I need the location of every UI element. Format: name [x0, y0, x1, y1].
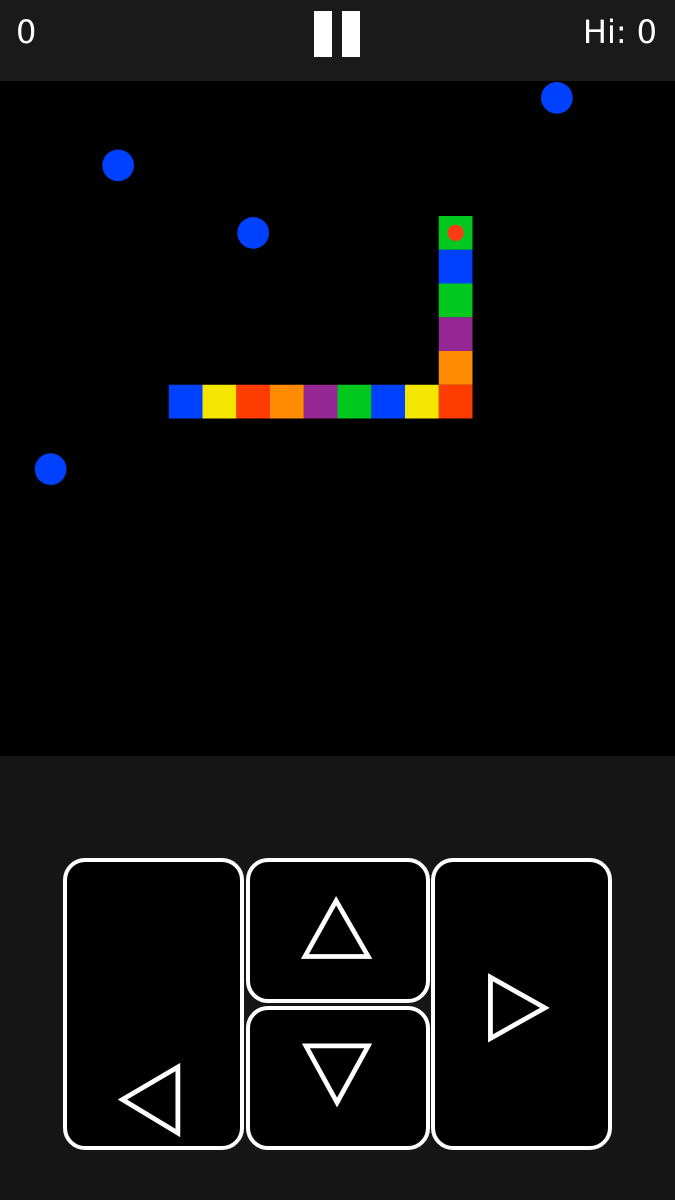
- food-dot: [102, 149, 134, 182]
- snake-segment: [270, 384, 304, 419]
- snake-head-marker: [447, 224, 464, 241]
- down-button[interactable]: [246, 1006, 430, 1150]
- high-score-value: 0: [636, 13, 657, 51]
- snake-segment: [438, 351, 473, 385]
- food-dot: [237, 217, 269, 249]
- snake-segment: [438, 384, 473, 419]
- direction-controls: [0, 756, 675, 1200]
- snake-segment: [438, 283, 473, 318]
- game-screen: 0 Hi: 0: [0, 0, 675, 1200]
- snake-segment: [236, 384, 270, 419]
- pause-icon-bar-right: [342, 11, 360, 57]
- food-dot: [34, 453, 67, 485]
- snake: [168, 216, 473, 419]
- high-score-label: Hi:: [582, 13, 627, 51]
- top-bar: 0 Hi: 0: [0, 0, 675, 81]
- pause-button[interactable]: [311, 8, 365, 60]
- board-canvas: [34, 82, 573, 485]
- triangle-left-icon: [117, 1062, 181, 1138]
- snake-segment: [303, 384, 338, 419]
- score-value: 0: [16, 13, 37, 51]
- high-score: Hi: 0: [583, 14, 657, 50]
- food-layer: [34, 82, 573, 485]
- snake-segment: [438, 317, 473, 351]
- snake-segment: [337, 384, 372, 419]
- right-button[interactable]: [431, 858, 612, 1150]
- snake-segment: [438, 249, 473, 284]
- snake-segment: [405, 384, 439, 419]
- triangle-down-icon: [301, 1043, 373, 1108]
- snake-segment: [202, 384, 237, 419]
- pause-icon-bar-left: [314, 11, 332, 57]
- up-button[interactable]: [246, 858, 430, 1003]
- triangle-up-icon: [300, 895, 373, 959]
- triangle-right-icon: [488, 973, 550, 1043]
- snake-segment: [168, 384, 203, 419]
- snake-segment: [371, 384, 405, 419]
- game-board[interactable]: [0, 81, 675, 756]
- food-dot: [541, 82, 573, 114]
- left-button[interactable]: [63, 858, 244, 1150]
